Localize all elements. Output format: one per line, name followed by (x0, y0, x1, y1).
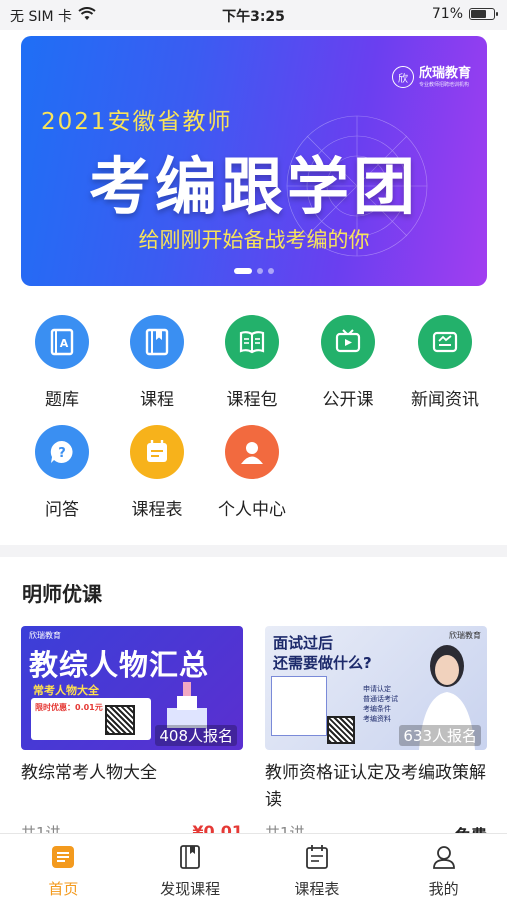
thumb-title-1: 面试过后 (273, 634, 334, 652)
banner-title: 考编跟学团 (88, 150, 419, 223)
grid-label: 课程表 (131, 500, 183, 520)
brand-logo: 欣 欣瑞教育 专业教师招聘培训机构 (391, 65, 471, 88)
course-icon (130, 315, 184, 369)
tab-label: 首页 (48, 880, 79, 898)
open-class-icon (321, 315, 375, 369)
grid-item-course-package[interactable]: 课程包 (202, 315, 302, 410)
grid-label: 题库 (45, 390, 79, 410)
grid-item-news[interactable]: 新闻资讯 (395, 315, 495, 410)
course-package-icon (225, 315, 279, 369)
tab-label: 发现课程 (160, 880, 221, 898)
carousel-dots[interactable] (21, 268, 487, 274)
logo-mark: 欣 (391, 66, 414, 88)
question-bank-icon: A (35, 315, 89, 369)
carousel-dot[interactable] (234, 268, 252, 274)
svg-text:A: A (60, 337, 69, 350)
tab-label: 课程表 (294, 880, 340, 898)
qr-code (105, 705, 135, 735)
course-thumbnail: 欣瑞教育 教综人物汇总 常考人物大全 限时优惠：0.01元 408人报名 (21, 626, 243, 750)
banner-subtitle: 2021安徽省教师 (41, 109, 233, 135)
grid-label: 新闻资讯 (411, 390, 479, 410)
grid-item-schedule[interactable]: 课程表 (107, 425, 207, 520)
profile-icon (225, 425, 279, 479)
grid-label: 问答 (45, 500, 79, 520)
grid-item-qa[interactable]: ? 问答 (12, 425, 112, 520)
thumb-title-2: 还需要做什么? (273, 654, 372, 672)
checklist-item: 考编资料 (363, 715, 391, 723)
grid-label: 个人中心 (218, 500, 286, 520)
tab-schedule[interactable]: 课程表 (254, 834, 381, 900)
schedule-tab-icon (305, 845, 328, 869)
course-title: 教师资格证认定及考编政策解读 (265, 763, 486, 810)
enrolled-count: 408人报名 (155, 725, 237, 746)
svg-text:?: ? (58, 446, 66, 461)
user-icon (432, 846, 455, 869)
home-icon (52, 846, 75, 868)
section-divider (0, 545, 507, 557)
grid-item-open-class[interactable]: 公开课 (298, 315, 398, 410)
grid-item-question-bank[interactable]: A 题库 (12, 315, 112, 410)
thumb-logo: 欣瑞教育 (29, 631, 61, 640)
checklist-item: 普通话考试 (363, 695, 398, 703)
course-card[interactable]: 欣瑞教育 面试过后 还需要做什么? 申请认定 普通话考试 考编条件 考编资料 6… (265, 626, 487, 845)
section-title: 明师优课 (22, 582, 102, 606)
grid-item-course[interactable]: 课程 (107, 315, 207, 410)
banner-tagline: 给刚刚开始备战考编的你 (138, 228, 370, 252)
tab-me[interactable]: 我的 (380, 834, 507, 900)
grid-label: 课程 (140, 390, 174, 410)
course-card[interactable]: 欣瑞教育 教综人物汇总 常考人物大全 限时优惠：0.01元 408人报名 教综常… (21, 626, 243, 842)
battery-percent: 71% (431, 6, 463, 22)
logo-text: 欣瑞教育 (418, 65, 471, 81)
news-icon (418, 315, 472, 369)
carousel-dot[interactable] (257, 268, 263, 274)
checklist-item: 申请认定 (363, 685, 391, 693)
schedule-icon (130, 425, 184, 479)
course-thumbnail: 欣瑞教育 面试过后 还需要做什么? 申请认定 普通话考试 考编条件 考编资料 6… (265, 626, 487, 750)
info-box (271, 676, 327, 736)
tab-label: 我的 (428, 880, 459, 898)
enrolled-count: 633人报名 (399, 725, 481, 746)
grid-item-profile[interactable]: 个人中心 (202, 425, 302, 520)
grid-label: 公开课 (322, 390, 374, 410)
tab-discover[interactable]: 发现课程 (127, 834, 254, 900)
tab-home[interactable]: 首页 (0, 834, 127, 900)
qa-icon: ? (35, 425, 89, 479)
checklist-item: 考编条件 (363, 705, 391, 713)
logo-small-text: 专业教师招聘培训机构 (418, 81, 469, 88)
course-title: 教综常考人物大全 (21, 763, 157, 783)
qr-code (327, 716, 355, 744)
bottom-tab-bar: 首页 发现课程 课程表 我的 (0, 833, 507, 900)
carousel-dot[interactable] (268, 268, 274, 274)
grid-label: 课程包 (226, 390, 278, 410)
discover-icon (180, 845, 201, 869)
promo-banner[interactable]: 欣 欣瑞教育 专业教师招聘培训机构 2021安徽省教师 考编跟学团 给刚刚开始备… (21, 36, 487, 286)
checklist: 申请认定 普通话考试 考编条件 考编资料 (363, 684, 398, 724)
thumb-subtitle: 常考人物大全 (33, 684, 99, 697)
battery-icon (469, 8, 498, 20)
status-bar: 无 SIM 卡 下午3:25 71% (0, 0, 507, 30)
